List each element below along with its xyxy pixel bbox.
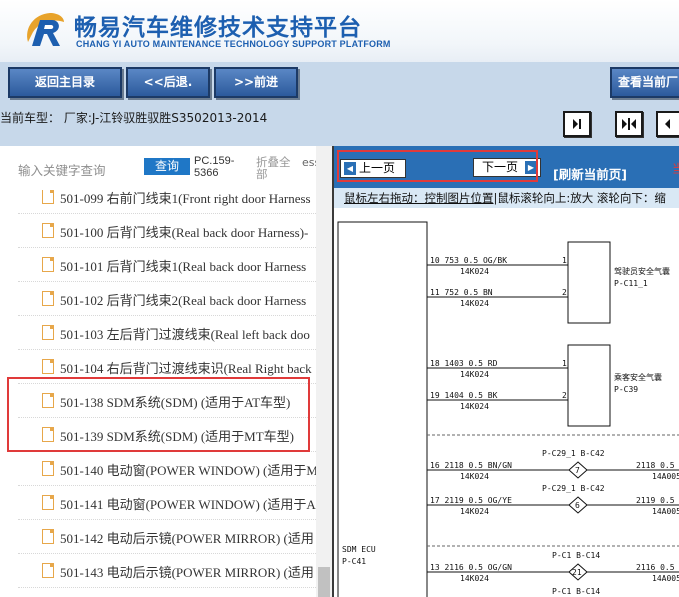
document-icon bbox=[42, 291, 54, 306]
list-item[interactable]: 501-143 电动后示镜(POWER MIRROR) (适用 bbox=[18, 554, 316, 588]
app-header: 畅易汽车维修技术支持平台 CHANG YI AUTO MAINTENANCE T… bbox=[0, 0, 679, 62]
component-name: 驾驶员安全气囊 bbox=[614, 266, 670, 276]
svg-text:2: 2 bbox=[562, 391, 567, 400]
document-icon bbox=[42, 359, 54, 374]
nav-bar: 返回主目录 <<后退. >>前进 查看当前厂 bbox=[0, 62, 679, 104]
document-icon bbox=[42, 495, 54, 510]
collapse-view-button[interactable] bbox=[656, 111, 679, 137]
list-item[interactable]: 501-103 左后背门过渡线束(Real left back doo bbox=[18, 316, 316, 350]
list-scrollbar-thumb[interactable] bbox=[318, 567, 330, 597]
ecu-connector: P-C41 bbox=[342, 557, 366, 566]
splice-connectors: P-C29_1 B-C42 bbox=[542, 449, 605, 458]
highlight-annotation bbox=[7, 377, 310, 452]
svg-text:2116 0.5 O: 2116 0.5 O bbox=[636, 563, 679, 572]
svg-text:1: 1 bbox=[562, 256, 567, 265]
svg-text:1: 1 bbox=[562, 359, 567, 368]
app-title: 畅易汽车维修技术支持平台 bbox=[74, 15, 362, 41]
back-button[interactable]: <<后退. bbox=[126, 67, 210, 98]
list-item[interactable]: 501-142 电动后示镜(POWER MIRROR) (适用 bbox=[18, 520, 316, 554]
list-item[interactable]: 501-102 后背门线束2(Real back door Harness bbox=[18, 282, 316, 316]
wire-label: 13 2116 0.5 OG/GN bbox=[430, 563, 512, 572]
list-item[interactable]: 501-140 电动窗(POWER WINDOW) (适用于M bbox=[18, 452, 316, 486]
document-icon bbox=[42, 223, 54, 238]
document-icon bbox=[42, 563, 54, 578]
wire-label: 10 753 0.5 OG/BK bbox=[430, 256, 507, 265]
search-input[interactable]: 输入关键字查询 bbox=[18, 160, 106, 179]
wire-label: 19 1404 0.5 BK bbox=[430, 391, 498, 400]
wire-code: 14K024 bbox=[460, 574, 489, 583]
collapse-view-icon bbox=[665, 119, 670, 129]
ecu-box bbox=[337, 221, 428, 597]
svg-text:2119 0.5 O: 2119 0.5 O bbox=[636, 496, 679, 505]
pager-bar: ◀ 上一页 下一页 ▶ [刷新当前页] 当 bbox=[334, 146, 679, 188]
split-view-button[interactable] bbox=[615, 111, 643, 137]
forward-button[interactable]: >>前进 bbox=[214, 67, 298, 98]
document-icon bbox=[42, 529, 54, 544]
home-button[interactable]: 返回主目录 bbox=[8, 67, 122, 98]
wire-label: 17 2119 0.5 OG/YE bbox=[430, 496, 512, 505]
svg-text:14A005: 14A005 bbox=[652, 507, 679, 516]
svg-text:2: 2 bbox=[562, 288, 567, 297]
document-icon bbox=[42, 325, 54, 340]
app-subtitle: CHANG YI AUTO MAINTENANCE TECHNOLOGY SUP… bbox=[76, 39, 391, 49]
component-connector: P-C39 bbox=[614, 385, 638, 394]
splice-connectors: P-C1 B-C14 bbox=[552, 587, 600, 596]
splice-connectors: P-C1 B-C14 bbox=[552, 551, 600, 560]
wire-code: 14K024 bbox=[460, 267, 489, 276]
usage-hint: 鼠标左右拖动：控制图片位置|鼠标滚轮向上:放大 滚轮向下：缩 bbox=[334, 188, 679, 208]
list-item[interactable]: 501-101 后背门线束1(Real back door Harness bbox=[18, 248, 316, 282]
list-scrollbar[interactable] bbox=[316, 146, 332, 597]
search-button[interactable]: 查询 bbox=[144, 158, 190, 175]
splice-number: 7 bbox=[575, 466, 580, 475]
wire-code: 14K024 bbox=[460, 472, 489, 481]
document-icon bbox=[42, 461, 54, 476]
wiring-diagram[interactable]: SDM ECU P-C41 10 753 0.5 OG/BK 14K024 1 … bbox=[334, 208, 679, 597]
current-label: 当 bbox=[672, 162, 679, 176]
collapse-all-button[interactable]: 折叠全部 bbox=[256, 156, 296, 180]
highlight-annotation bbox=[337, 150, 538, 182]
document-icon bbox=[42, 257, 54, 272]
logo-icon bbox=[27, 13, 64, 46]
svg-text:2118 0.5 B: 2118 0.5 B bbox=[636, 461, 679, 470]
component-name: 乘客安全气囊 bbox=[614, 372, 662, 382]
fit-page-button[interactable] bbox=[563, 111, 591, 137]
document-icon bbox=[42, 190, 54, 204]
svg-text:14A005: 14A005 bbox=[652, 472, 679, 481]
svg-text:14A005: 14A005 bbox=[652, 574, 679, 583]
list-item[interactable]: 501-100 后背门线束(Real back door Harness)- bbox=[18, 214, 316, 248]
splice-number: 21 bbox=[572, 568, 582, 577]
current-model-label: 当前车型： 厂家:J-江铃驭胜驭胜S3502013-2014 bbox=[0, 111, 268, 125]
model-bar: 当前车型： 厂家:J-江铃驭胜驭胜S3502013-2014 bbox=[0, 104, 679, 146]
splice-connectors: P-C29_1 B-C42 bbox=[542, 484, 605, 493]
wire-code: 14K024 bbox=[460, 299, 489, 308]
pc-code-label: PC.159-5366 bbox=[194, 155, 235, 179]
splice-number: 6 bbox=[575, 501, 580, 510]
list-item[interactable]: 501-099 右前门线束1(Front right door Harness bbox=[18, 190, 316, 214]
ecu-name: SDM ECU bbox=[342, 545, 376, 554]
wire-code: 14K024 bbox=[460, 402, 489, 411]
view-current-button[interactable]: 查看当前厂 bbox=[610, 67, 679, 98]
document-list-panel: 输入关键字查询 查询 PC.159-5366 折叠全部 ess 501-099 … bbox=[0, 146, 332, 597]
refresh-page-button[interactable]: [刷新当前页] bbox=[553, 164, 627, 183]
diagram-panel: ◀ 上一页 下一页 ▶ [刷新当前页] 当 鼠标左右拖动：控制图片位置|鼠标滚轮… bbox=[332, 146, 679, 597]
wire-code: 14K024 bbox=[460, 370, 489, 379]
list-item[interactable]: 501-141 电动窗(POWER WINDOW) (适用于A bbox=[18, 486, 316, 520]
wire-code: 14K024 bbox=[460, 507, 489, 516]
component-connector: P-C11_1 bbox=[614, 279, 648, 288]
wire-label: 18 1403 0.5 RD bbox=[430, 359, 498, 368]
wire-label: 16 2118 0.5 BN/GN bbox=[430, 461, 512, 470]
split-view-icon bbox=[622, 118, 636, 130]
wire-label: 11 752 0.5 BN bbox=[430, 288, 493, 297]
fit-page-icon bbox=[573, 119, 581, 129]
